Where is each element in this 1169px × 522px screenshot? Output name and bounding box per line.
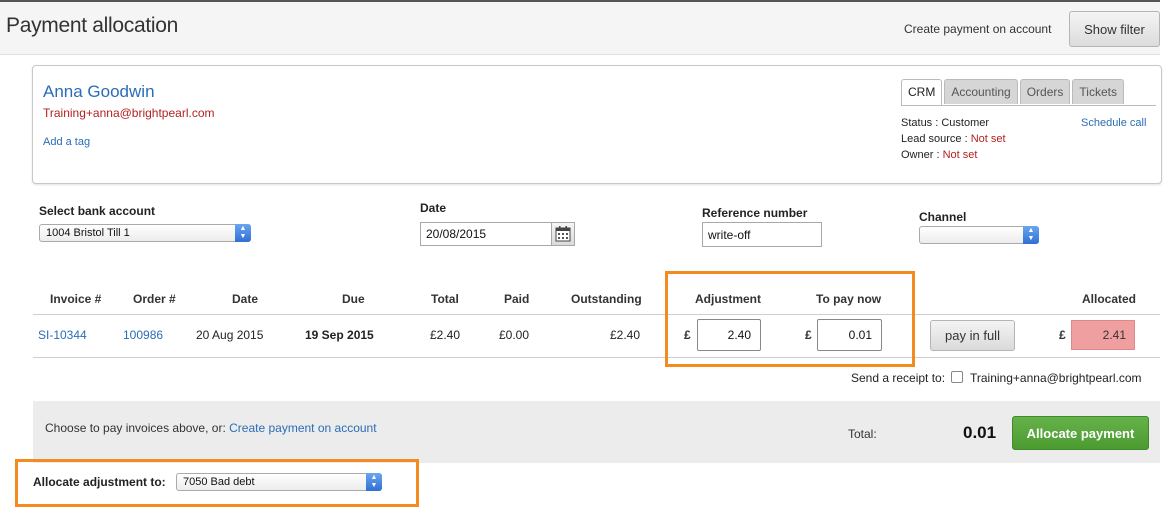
col-order: Order # — [133, 292, 176, 306]
tab-accounting[interactable]: Accounting — [944, 79, 1018, 104]
contact-panel: Anna Goodwin Training+anna@brightpearl.c… — [32, 65, 1162, 184]
lead-source-row: Lead source : Not set — [901, 133, 1006, 145]
col-invoice: Invoice # — [50, 292, 102, 306]
col-due: Due — [342, 292, 365, 306]
contact-name[interactable]: Anna Goodwin — [43, 82, 155, 102]
status-row: Status : Customer — [901, 117, 989, 129]
allocated-currency: £ — [1059, 328, 1066, 342]
channel-select[interactable]: ▲ ▼ — [919, 226, 1039, 244]
tab-orders[interactable]: Orders — [1019, 79, 1071, 104]
date-label: Date — [420, 201, 447, 215]
calendar-icon — [555, 226, 571, 242]
outstanding-amount: £2.40 — [610, 328, 641, 342]
show-filter-button[interactable]: Show filter — [1069, 11, 1160, 47]
adjustment-highlight-box — [665, 271, 915, 367]
tab-crm[interactable]: CRM — [901, 79, 943, 106]
invoice-link[interactable]: SI-10344 — [38, 328, 87, 342]
bank-account-label: Select bank account — [39, 204, 156, 218]
select-arrows-icon: ▲ ▼ — [366, 473, 382, 491]
send-receipt-label: Send a receipt to: — [851, 371, 946, 385]
date-input[interactable] — [420, 222, 552, 246]
col-outstanding: Outstanding — [571, 292, 642, 306]
col-date: Date — [232, 292, 259, 306]
footer-create-payment-link[interactable]: Create payment on account — [229, 421, 376, 435]
bank-account-select[interactable]: 1004 Bristol Till 1 ▲ ▼ — [39, 224, 251, 242]
contact-tabs: CRM Accounting Orders Tickets — [901, 79, 1126, 106]
receipt-email: Training+anna@brightpearl.com — [970, 371, 1142, 385]
owner-row: Owner : Not set — [901, 149, 977, 161]
col-total: Total — [431, 292, 459, 306]
page-title: Payment allocation — [6, 14, 179, 37]
total-value: 0.01 — [963, 423, 997, 442]
reference-number-label: Reference number — [702, 206, 808, 220]
footer-text: Choose to pay invoices above, or: — [45, 421, 226, 435]
contact-email: Training+anna@brightpearl.com — [43, 106, 215, 120]
status-value: Customer — [941, 117, 990, 129]
allocate-adjustment-label: Allocate adjustment to: — [33, 475, 166, 489]
payment-footer-bar: Choose to pay invoices above, or: Create… — [33, 401, 1160, 463]
page-header: Payment allocation Create payment on acc… — [0, 2, 1160, 55]
allocated-amount: 2.41 — [1071, 320, 1135, 350]
table-row-divider — [33, 357, 1160, 358]
tab-tickets[interactable]: Tickets — [1072, 79, 1124, 104]
channel-label: Channel — [919, 210, 967, 224]
send-receipt-checkbox[interactable] — [951, 371, 963, 383]
calendar-button[interactable] — [551, 222, 575, 246]
create-payment-on-account-link[interactable]: Create payment on account — [904, 22, 1051, 36]
lead-source-label: Lead source : — [901, 133, 968, 145]
allocate-payment-button[interactable]: Allocate payment — [1012, 416, 1149, 450]
total-amount: £2.40 — [430, 328, 461, 342]
tab-divider — [901, 105, 1156, 106]
table-header-divider — [33, 314, 1160, 315]
invoice-date: 20 Aug 2015 — [196, 328, 264, 342]
bank-account-value: 1004 Bristol Till 1 — [46, 227, 130, 239]
total-label: Total: — [848, 427, 877, 441]
status-label: Status : — [901, 117, 939, 129]
due-date: 19 Sep 2015 — [305, 328, 374, 342]
select-arrows-icon: ▲ ▼ — [1023, 226, 1039, 244]
order-link[interactable]: 100986 — [123, 328, 163, 342]
allocate-adjustment-select[interactable]: 7050 Bad debt ▲ ▼ — [176, 473, 382, 491]
reference-number-input[interactable] — [702, 222, 822, 247]
select-arrows-icon: ▲ ▼ — [235, 224, 251, 242]
pay-in-full-button[interactable]: pay in full — [930, 320, 1015, 351]
owner-label: Owner : — [901, 149, 940, 161]
paid-amount: £0.00 — [499, 328, 530, 342]
lead-source-value: Not set — [970, 133, 1006, 145]
add-tag-link[interactable]: Add a tag — [43, 136, 90, 148]
allocate-adjustment-value: 7050 Bad debt — [183, 476, 255, 488]
schedule-call-link[interactable]: Schedule call — [1081, 117, 1146, 129]
col-paid: Paid — [504, 292, 530, 306]
owner-value: Not set — [942, 149, 978, 161]
footer-instructions: Choose to pay invoices above, or: Create… — [45, 421, 377, 435]
col-allocated: Allocated — [1082, 292, 1137, 306]
